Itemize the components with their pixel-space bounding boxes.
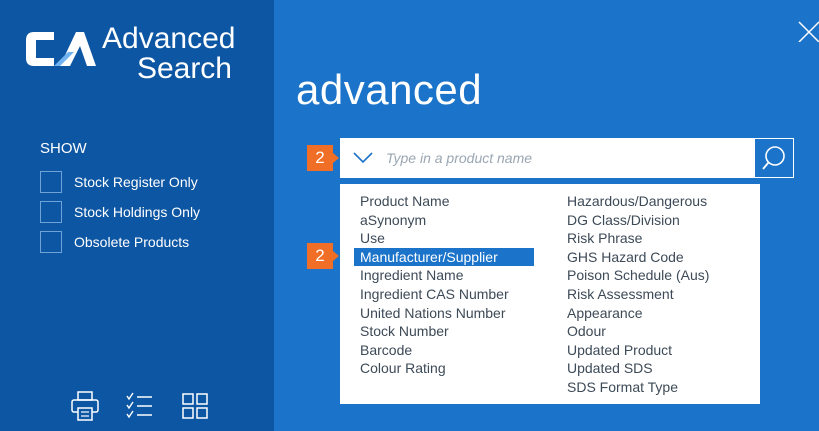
- option-stock-number[interactable]: Stock Number: [354, 322, 534, 341]
- chevron-down-icon: [353, 152, 373, 164]
- checkbox[interactable]: [40, 171, 62, 193]
- step-badge: 2: [307, 145, 333, 171]
- checkbox[interactable]: [40, 201, 62, 223]
- filter-obsolete-products[interactable]: Obsolete Products: [40, 231, 189, 253]
- filter-stock-holdings-only[interactable]: Stock Holdings Only: [40, 201, 200, 223]
- page-title: advanced: [296, 66, 483, 113]
- search-bar: [340, 138, 794, 178]
- search-input[interactable]: [376, 139, 755, 177]
- option-sds-format-type[interactable]: SDS Format Type: [561, 378, 751, 397]
- app-title: Advanced Search: [102, 22, 236, 85]
- option-odour[interactable]: Odour: [561, 322, 751, 341]
- badge-arrow-icon: [333, 153, 339, 163]
- option-appearance[interactable]: Appearance: [561, 304, 751, 323]
- filter-label: Stock Holdings Only: [74, 204, 201, 220]
- filter-label: Obsolete Products: [74, 234, 190, 250]
- option-poison-schedule[interactable]: Poison Schedule (Aus): [561, 266, 751, 285]
- option-ghs-hazard-code[interactable]: GHS Hazard Code: [561, 248, 751, 267]
- search-button[interactable]: [755, 139, 793, 177]
- option-risk-phrase[interactable]: Risk Phrase: [561, 229, 751, 248]
- sidebar: Advanced Search SHOW Stock Register Only…: [0, 0, 274, 431]
- checklist-icon[interactable]: [124, 390, 154, 422]
- option-updated-sds[interactable]: Updated SDS: [561, 359, 751, 378]
- dropdown-toggle[interactable]: [350, 138, 376, 178]
- ca-logo-icon: [26, 32, 96, 66]
- option-united-nations-number[interactable]: United Nations Number: [354, 304, 534, 323]
- sidebar-footer: [0, 380, 274, 431]
- option-dg-class-division[interactable]: DG Class/Division: [561, 211, 751, 230]
- option-use[interactable]: Use: [354, 229, 534, 248]
- step-badge: 2: [307, 243, 333, 269]
- app-title-line1: Advanced: [102, 22, 236, 55]
- option-risk-assessment[interactable]: Risk Assessment: [561, 285, 751, 304]
- option-ingredient-name[interactable]: Ingredient Name: [354, 266, 534, 285]
- search-icon: [762, 146, 785, 170]
- dropdown-left-column: Product Name aSynonym Use Manufacturer/S…: [354, 192, 534, 378]
- option-hazardous-dangerous[interactable]: Hazardous/Dangerous: [561, 192, 751, 211]
- close-icon[interactable]: [797, 20, 819, 42]
- option-asynonym[interactable]: aSynonym: [354, 211, 534, 230]
- main-panel: advanced 2 Product Name aSynonym Use Man…: [274, 0, 819, 431]
- app-title-line2: Search: [136, 52, 232, 85]
- dropdown-right-column: Hazardous/Dangerous DG Class/Division Ri…: [561, 192, 751, 397]
- option-barcode[interactable]: Barcode: [354, 341, 534, 360]
- option-colour-rating[interactable]: Colour Rating: [354, 359, 534, 378]
- option-updated-product[interactable]: Updated Product: [561, 341, 751, 360]
- option-product-name[interactable]: Product Name: [354, 192, 534, 211]
- show-label: SHOW: [40, 140, 87, 157]
- option-ingredient-cas-number[interactable]: Ingredient CAS Number: [354, 285, 534, 304]
- filter-label: Stock Register Only: [74, 174, 198, 190]
- badge-arrow-icon: [333, 251, 339, 261]
- print-icon[interactable]: [70, 390, 100, 422]
- search-field-dropdown: Product Name aSynonym Use Manufacturer/S…: [340, 184, 760, 404]
- filter-stock-register-only[interactable]: Stock Register Only: [40, 171, 198, 193]
- option-manufacturer-supplier[interactable]: Manufacturer/Supplier: [354, 247, 534, 267]
- checkbox[interactable]: [40, 231, 62, 253]
- grid-icon[interactable]: [180, 390, 210, 422]
